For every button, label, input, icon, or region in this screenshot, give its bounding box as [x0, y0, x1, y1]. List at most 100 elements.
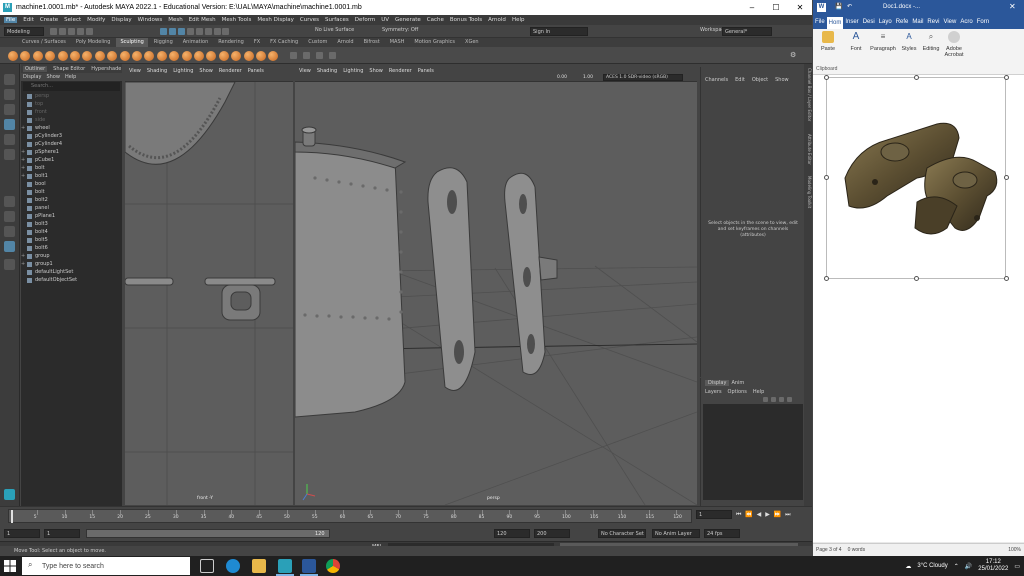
- word-close-button[interactable]: ✕: [1009, 2, 1016, 11]
- sculpt-utility-icon[interactable]: [316, 52, 323, 59]
- chrome-icon[interactable]: [326, 559, 340, 573]
- outliner-item[interactable]: pCylinder3: [21, 132, 122, 140]
- four-view-icon[interactable]: [4, 211, 15, 222]
- word-tab-forn[interactable]: Forn: [975, 19, 991, 25]
- viewport-front[interactable]: View Shading Lighting Show Renderer Panels fr…: [125, 67, 293, 505]
- shelf-tab-sculpting[interactable]: Sculpting: [116, 38, 148, 47]
- shelf-tab-bifrost[interactable]: Bifrost: [360, 38, 384, 47]
- shelf-tab-rendering[interactable]: Rendering: [214, 38, 248, 47]
- maximize-button[interactable]: ☐: [764, 0, 788, 15]
- shelf-tab-animation[interactable]: Animation: [179, 38, 213, 47]
- lasso-tool-icon[interactable]: [4, 89, 15, 100]
- layer-menu-options[interactable]: Options: [728, 389, 747, 395]
- snap-grid-icon[interactable]: [186, 28, 194, 35]
- outliner-item[interactable]: + bolt1: [21, 172, 122, 180]
- range-bar[interactable]: 120: [86, 529, 330, 538]
- select-hierarchy-icon[interactable]: [160, 28, 167, 35]
- render-icon[interactable]: [213, 28, 221, 35]
- current-frame-field[interactable]: 1: [696, 510, 732, 519]
- weather-icon[interactable]: ☁: [905, 563, 911, 570]
- sign-in-button[interactable]: Sign In: [530, 27, 588, 36]
- sculpt-brush-icon[interactable]: [194, 51, 204, 61]
- shelf-tab-rigging[interactable]: Rigging: [150, 38, 177, 47]
- taskbar-search-input[interactable]: ⌕ Type here to search: [22, 557, 190, 575]
- two-view-icon[interactable]: [4, 226, 15, 237]
- timeline[interactable]: 5 10 15 20 25 30 35 40 45 50 55 60 65 70 75 80 85 90 95 100…: [8, 509, 692, 523]
- select-component-icon[interactable]: [177, 28, 185, 35]
- viewport-menu-shading[interactable]: Shading: [317, 68, 337, 74]
- menu-mesh[interactable]: Mesh: [168, 17, 182, 23]
- sculpt-brush-icon[interactable]: [132, 51, 142, 61]
- expand-icon[interactable]: +: [21, 157, 26, 163]
- close-button[interactable]: ✕: [788, 0, 812, 15]
- outliner-item[interactable]: pCylinder4: [21, 140, 122, 148]
- word-tab-refe[interactable]: Refe: [894, 19, 911, 25]
- viewport-menu-lighting[interactable]: Lighting: [173, 68, 193, 74]
- edge-icon[interactable]: [226, 559, 240, 573]
- resize-handle-ml[interactable]: [824, 175, 829, 180]
- sculpt-brush-icon[interactable]: [256, 51, 266, 61]
- outliner-item[interactable]: persp: [21, 92, 122, 100]
- outliner-item[interactable]: front: [21, 108, 122, 116]
- shelf-tab-mash[interactable]: MASH: [386, 38, 409, 47]
- ipr-icon[interactable]: [222, 28, 230, 35]
- undo-word-icon[interactable]: ↶: [847, 3, 852, 10]
- outliner-item[interactable]: side: [21, 116, 122, 124]
- outliner-item[interactable]: pPlane1: [21, 212, 122, 220]
- viewport-menu-renderer[interactable]: Renderer: [219, 68, 242, 74]
- outliner-item[interactable]: defaultLightSet: [21, 268, 122, 276]
- zoom-level[interactable]: 100%: [1008, 547, 1021, 553]
- outliner-item[interactable]: bolt3: [21, 220, 122, 228]
- word-count[interactable]: 0 words: [848, 547, 866, 553]
- select-tool-icon[interactable]: [4, 74, 15, 85]
- menu-mesh-tools[interactable]: Mesh Tools: [222, 17, 252, 23]
- outliner-menu-show[interactable]: Show: [46, 74, 60, 80]
- save-scene-icon[interactable]: [67, 28, 75, 35]
- word-taskbar-icon[interactable]: [302, 559, 316, 573]
- sculpt-utility-icon[interactable]: [290, 52, 297, 59]
- resize-handle-bl[interactable]: [824, 276, 829, 281]
- expand-icon[interactable]: +: [21, 253, 26, 259]
- scale-tool-icon[interactable]: [4, 149, 15, 160]
- colorspace-dropdown[interactable]: ACES 1.0 SDR-video (sRGB): [603, 74, 683, 81]
- channel-menu-object[interactable]: Object: [752, 77, 768, 83]
- layer-tab-anim[interactable]: Anim: [731, 380, 744, 386]
- editing-group[interactable]: ⌕ Editing: [919, 31, 943, 52]
- snap-curve-icon[interactable]: [195, 28, 203, 35]
- sculpt-utility-icon[interactable]: [303, 52, 310, 59]
- layer-tab-display[interactable]: Display: [705, 380, 730, 386]
- viewport-menu-panels[interactable]: Panels: [418, 68, 434, 74]
- resize-handle-tc[interactable]: [914, 75, 919, 80]
- paragraph-group[interactable]: ≡ Paragraph: [869, 31, 897, 52]
- layer-menu-layers[interactable]: Layers: [705, 389, 722, 395]
- paste-group[interactable]: Paste: [817, 31, 839, 52]
- sculpt-brush-icon[interactable]: [144, 51, 155, 61]
- outliner-item[interactable]: panel: [21, 204, 122, 212]
- range-end-field[interactable]: 200: [534, 529, 570, 538]
- adobe-acrobat-group[interactable]: Adobe Acrobat: [941, 31, 967, 58]
- character-set-dropdown[interactable]: No Character Set: [598, 529, 646, 538]
- menu-file[interactable]: File: [4, 17, 18, 23]
- outliner-item[interactable]: top: [21, 100, 122, 108]
- viewport-menu-view[interactable]: View: [129, 68, 141, 74]
- menu-help[interactable]: Help: [512, 17, 525, 23]
- clock[interactable]: 17:12 25/01/2022: [978, 559, 1008, 573]
- outliner-item[interactable]: defaultObjectSet: [21, 276, 122, 284]
- outliner-item[interactable]: + pSphere1: [21, 148, 122, 156]
- shelf-settings-icon[interactable]: ⚙: [790, 51, 796, 59]
- menu-deform[interactable]: Deform: [355, 17, 375, 23]
- shelf-tab-custom[interactable]: Custom: [304, 38, 331, 47]
- outliner-item[interactable]: + bolt: [21, 164, 122, 172]
- maya-taskbar-icon[interactable]: [278, 559, 292, 573]
- rotate-tool-icon[interactable]: [4, 134, 15, 145]
- undo-icon[interactable]: [76, 28, 84, 35]
- sculpt-brush-icon[interactable]: [268, 51, 279, 61]
- word-tab-layo[interactable]: Layo: [877, 19, 894, 25]
- resize-handle-tr[interactable]: [1004, 75, 1009, 80]
- channel-menu-edit[interactable]: Edit: [735, 77, 745, 83]
- sculpt-brush-icon[interactable]: [70, 51, 80, 61]
- task-view-icon[interactable]: [200, 559, 214, 573]
- two-pane-layout-icon[interactable]: [4, 241, 15, 252]
- select-object-icon[interactable]: [168, 28, 176, 35]
- workspace-dropdown[interactable]: General*: [722, 27, 772, 36]
